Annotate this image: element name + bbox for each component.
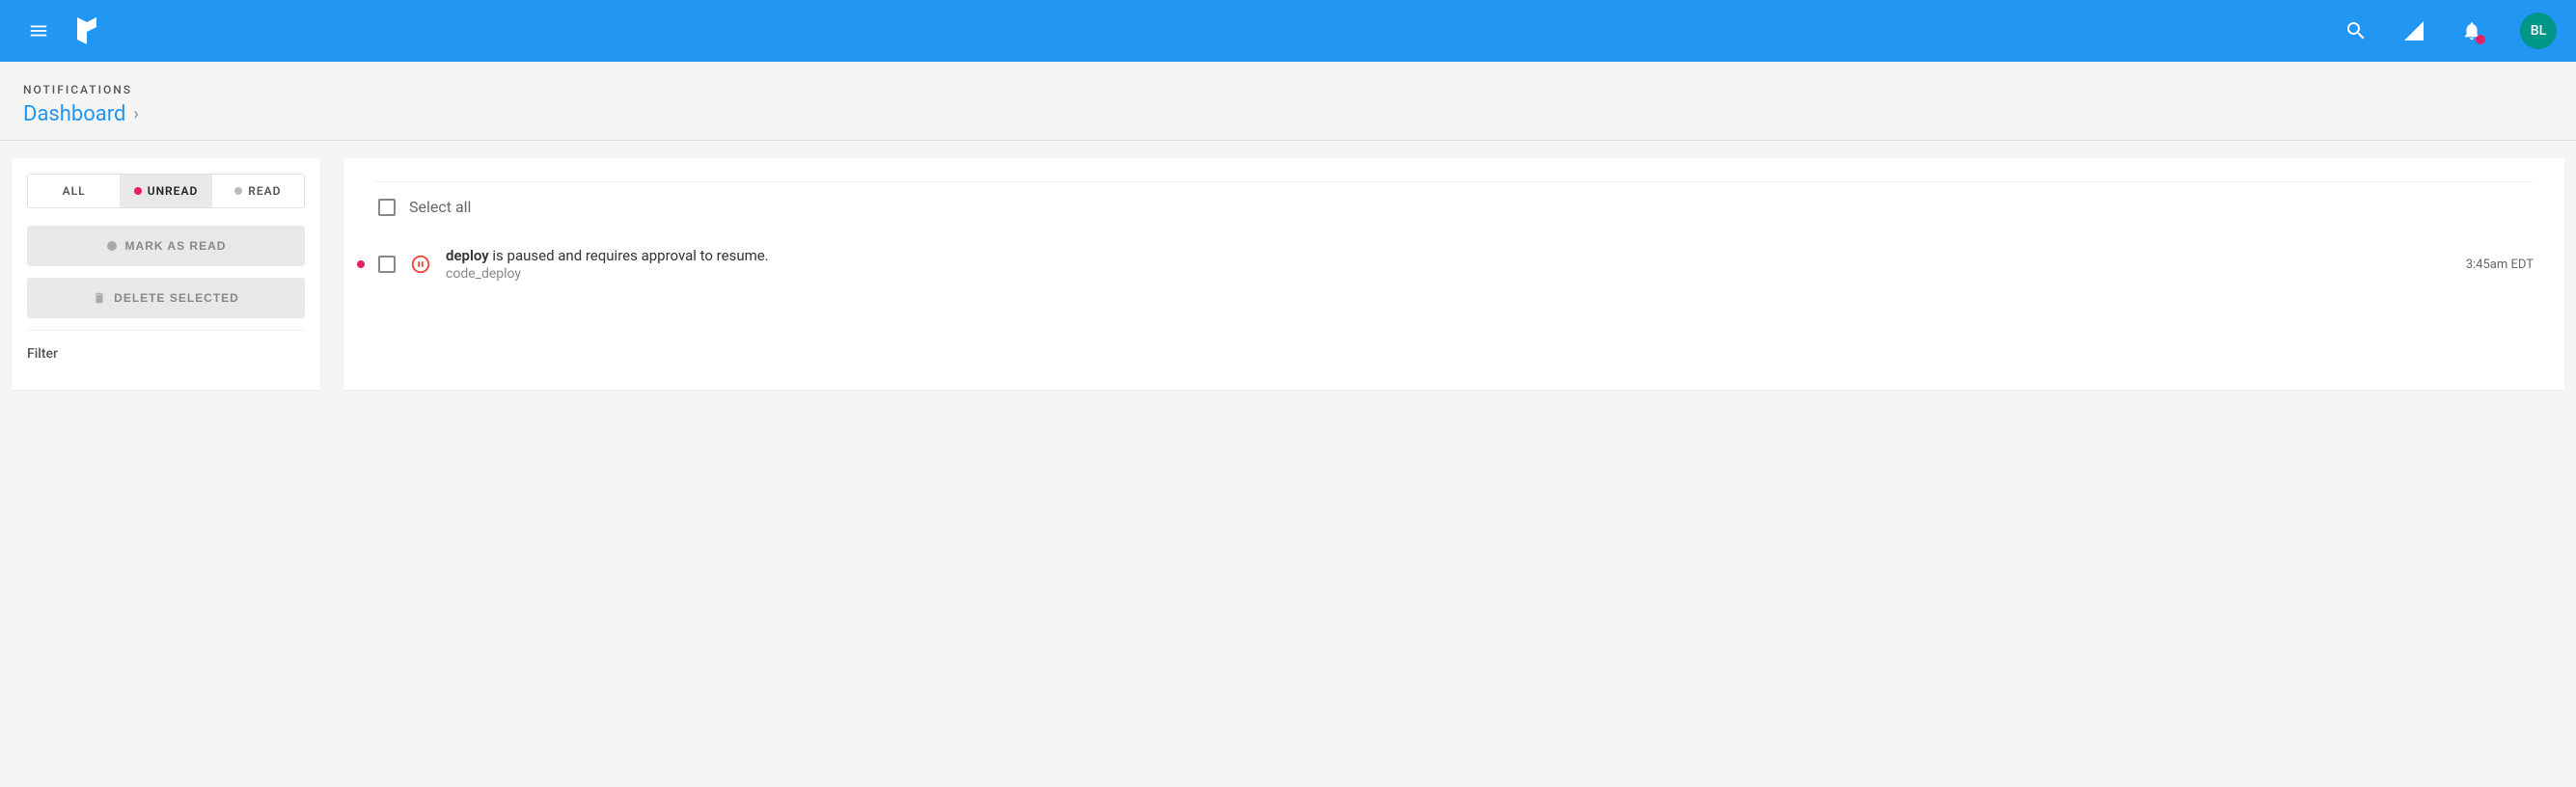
chevron-right-icon: › — [133, 104, 138, 124]
read-dot-icon — [234, 187, 242, 195]
mark-as-read-label: MARK AS READ — [125, 239, 227, 253]
notification-text: deploy is paused and requires approval t… — [446, 247, 2453, 282]
top-navigation-bar: BL — [0, 0, 2576, 62]
breadcrumb-dashboard-link[interactable]: Dashboard — [23, 102, 125, 126]
notifications-panel: Select all deploy is paused and requires… — [343, 158, 2564, 390]
delete-selected-label: DELETE SELECTED — [114, 291, 239, 305]
delete-selected-button[interactable]: DELETE SELECTED — [27, 278, 305, 318]
prefect-logo-icon — [77, 17, 96, 44]
tab-unread-label: UNREAD — [148, 184, 199, 198]
signal-button[interactable] — [2393, 10, 2435, 52]
filter-heading: Filter — [27, 346, 305, 362]
user-avatar[interactable]: BL — [2520, 13, 2557, 49]
breadcrumb: Dashboard › — [23, 102, 2553, 126]
notification-status-icon — [409, 253, 432, 276]
filter-sidebar: ALL UNREAD READ MARK AS READ DELETE SELE… — [12, 158, 320, 390]
pause-circle-icon — [410, 254, 431, 275]
tab-unread[interactable]: UNREAD — [120, 175, 211, 207]
app-logo[interactable] — [77, 17, 96, 44]
unread-indicator-dot — [357, 260, 365, 268]
circle-icon — [106, 240, 118, 252]
mark-as-read-button[interactable]: MARK AS READ — [27, 226, 305, 266]
menu-icon — [28, 20, 49, 41]
tab-read-label: READ — [248, 184, 281, 198]
section-label: NOTIFICATIONS — [23, 83, 2553, 96]
notification-row[interactable]: deploy is paused and requires approval t… — [374, 235, 2534, 293]
filter-tab-group: ALL UNREAD READ — [27, 174, 305, 208]
notification-message: is paused and requires approval to resum… — [489, 247, 769, 264]
notification-badge-dot — [2476, 35, 2485, 44]
signal-icon — [2402, 19, 2425, 42]
select-all-row: Select all — [374, 181, 2534, 235]
notification-checkbox[interactable] — [378, 256, 396, 273]
notifications-button[interactable] — [2451, 10, 2493, 52]
notification-title: deploy is paused and requires approval t… — [446, 247, 2453, 264]
content-area: ALL UNREAD READ MARK AS READ DELETE SELE… — [0, 141, 2576, 407]
filter-section: Filter — [27, 330, 305, 362]
trash-icon — [93, 291, 106, 305]
select-all-checkbox[interactable] — [378, 199, 396, 216]
select-all-label: Select all — [409, 198, 471, 216]
page-header: NOTIFICATIONS Dashboard › — [0, 62, 2576, 141]
notification-subtitle: code_deploy — [446, 266, 2453, 282]
search-icon — [2344, 19, 2368, 42]
notification-subject: deploy — [446, 247, 489, 264]
unread-dot-icon — [134, 187, 142, 195]
tab-read[interactable]: READ — [212, 175, 304, 207]
hamburger-menu-button[interactable] — [19, 12, 58, 50]
notification-timestamp: 3:45am EDT — [2466, 258, 2534, 272]
tab-all[interactable]: ALL — [28, 175, 120, 207]
search-button[interactable] — [2335, 10, 2377, 52]
